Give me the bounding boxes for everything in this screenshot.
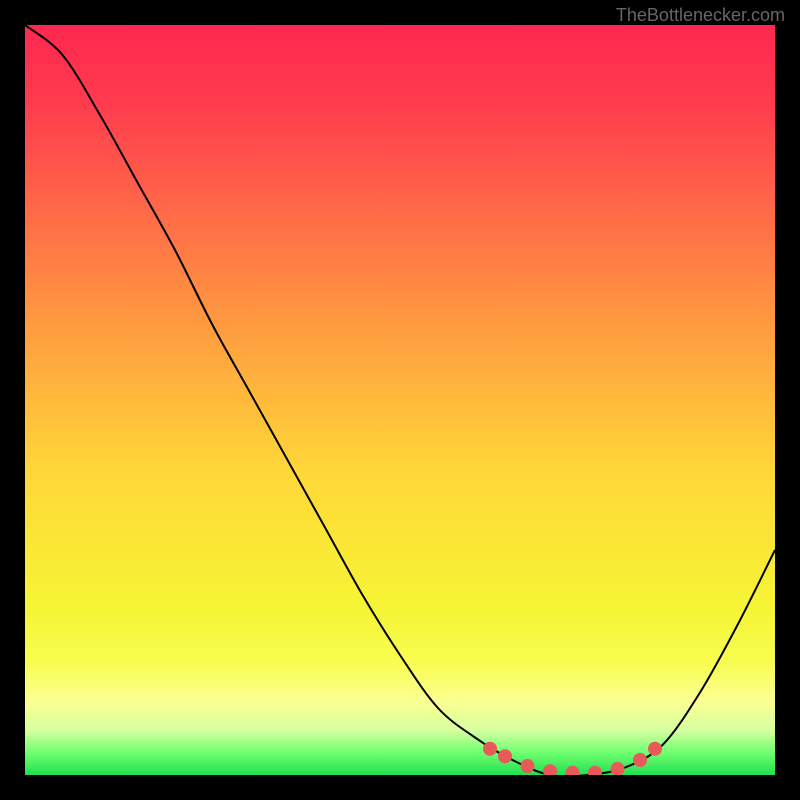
data-marker [566, 766, 580, 775]
data-marker [498, 749, 512, 763]
data-marker [611, 762, 625, 775]
data-marker [633, 753, 647, 767]
data-marker [543, 764, 557, 775]
watermark-text: TheBottlenecker.com [616, 5, 785, 26]
data-marker [648, 742, 662, 756]
data-marker [483, 742, 497, 756]
data-marker [588, 766, 602, 775]
data-marker [521, 759, 535, 773]
data-markers [483, 742, 662, 775]
bottleneck-curve [25, 25, 775, 775]
chart-container [25, 25, 775, 775]
curve-svg [25, 25, 775, 775]
